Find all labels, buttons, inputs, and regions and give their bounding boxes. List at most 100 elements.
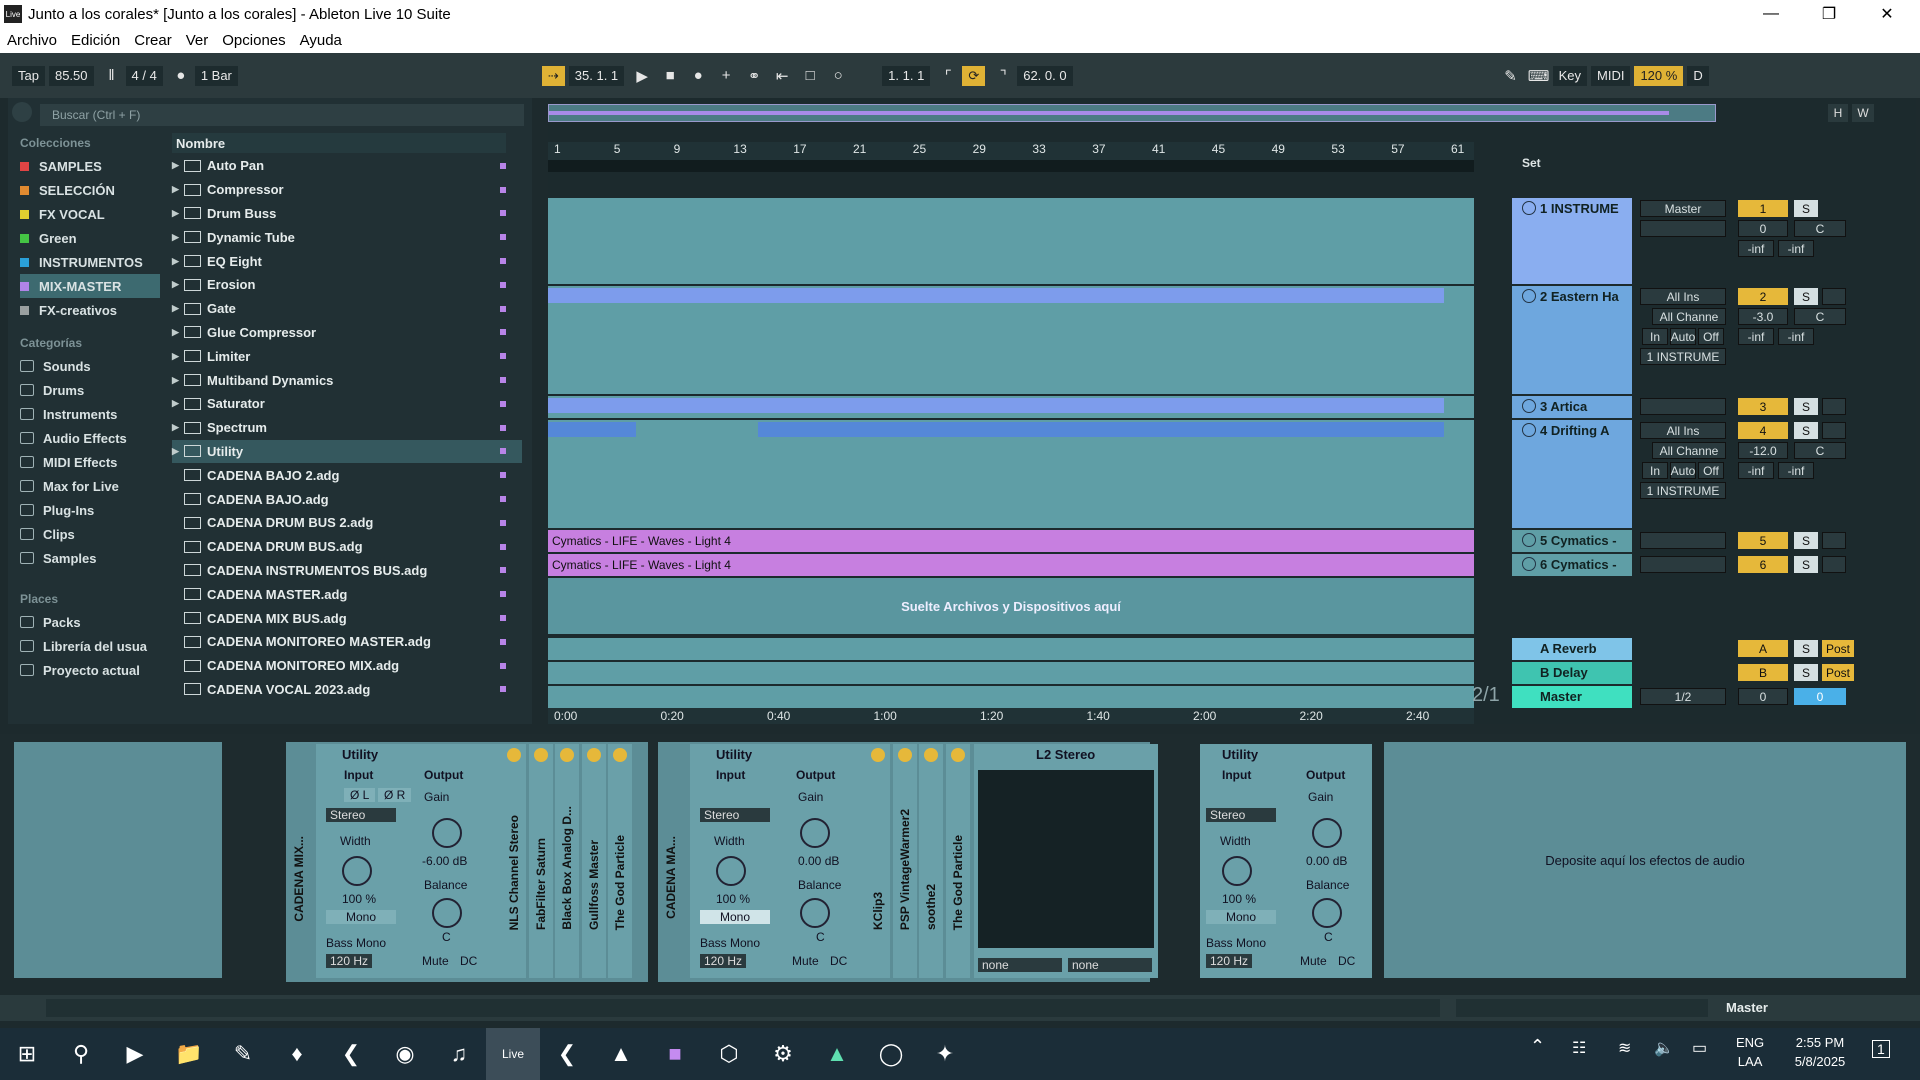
bass-freq[interactable]: 120 Hz	[326, 954, 373, 968]
battery-icon[interactable]: ▭	[1692, 1038, 1707, 1058]
return-track-header[interactable]: A Reverb	[1512, 638, 1632, 660]
arrangement-overview[interactable]	[548, 104, 1716, 122]
browser-item[interactable]: ▶ Spectrum	[172, 416, 522, 440]
overdub-icon[interactable]: +	[715, 65, 737, 87]
post-button[interactable]: Post	[1822, 640, 1854, 657]
master-track-header[interactable]: Master	[1512, 686, 1632, 708]
chain-name-2[interactable]: CADENA MA...	[664, 836, 678, 919]
device-on-icon[interactable]	[897, 748, 912, 762]
master-volume[interactable]: 0	[1738, 688, 1788, 705]
mute-button[interactable]: Mute	[422, 954, 449, 968]
solo-button[interactable]: S	[1794, 200, 1818, 217]
track-fold-icon[interactable]	[1522, 557, 1536, 571]
nudge-icon[interactable]: ‖	[101, 65, 123, 87]
browser-item[interactable]: ▶ Utility	[172, 439, 522, 464]
collection-item[interactable]: SAMPLES	[20, 154, 160, 178]
expand-icon[interactable]: ▶	[172, 184, 184, 195]
pan-field[interactable]: C	[1794, 442, 1846, 459]
bass-freq[interactable]: 120 Hz	[1206, 954, 1253, 968]
midi-map-button[interactable]: MIDI	[1591, 65, 1631, 86]
notes-app-icon[interactable]: ✎	[216, 1028, 270, 1080]
collection-item[interactable]: INSTRUMENTOS	[20, 250, 160, 274]
browser-item[interactable]: CADENA MASTER.adg	[172, 582, 522, 606]
browser-item[interactable]: ▶ Drum Buss	[172, 202, 522, 226]
monitor-auto[interactable]: Auto	[1670, 328, 1696, 345]
app-a-icon[interactable]: ▲	[810, 1028, 864, 1080]
grid-fraction[interactable]: 2/1	[1472, 684, 1500, 707]
mono-button[interactable]: Mono	[326, 910, 396, 924]
windows-start-icon[interactable]: ⊞	[0, 1028, 54, 1080]
expand-icon[interactable]: ▶	[172, 279, 184, 290]
return-track-header[interactable]: B Delay	[1512, 662, 1632, 684]
h-button[interactable]: H	[1828, 104, 1848, 122]
plugin-device[interactable]: NLS Channel Stereo	[502, 744, 526, 978]
category-item[interactable]: Sounds	[20, 354, 160, 378]
language-indicator[interactable]: ENG LAA	[1736, 1035, 1764, 1069]
device-on-icon[interactable]	[613, 748, 627, 762]
search-input[interactable]: Buscar (Ctrl + F)	[40, 104, 524, 126]
category-item[interactable]: Clips	[20, 522, 160, 546]
monitor-auto[interactable]: Auto	[1670, 462, 1696, 479]
expand-icon[interactable]: ▶	[172, 422, 184, 433]
stop-icon[interactable]: ■	[659, 65, 681, 87]
play-icon[interactable]: ▶	[631, 65, 653, 87]
solo-button[interactable]: S	[1794, 556, 1818, 573]
menu-opciones[interactable]: Opciones	[215, 32, 292, 49]
computer-keyboard-icon[interactable]: ⌨	[1528, 65, 1550, 87]
expand-icon[interactable]: ▶	[172, 232, 184, 243]
vscode-icon[interactable]: ❮	[324, 1028, 378, 1080]
loop-length[interactable]: 62. 0. 0	[1017, 65, 1073, 86]
time-ruler[interactable]: 0:00 0:20 0:40 1:00 1:20 1:40 2:00 2:20 2:40	[548, 708, 1474, 724]
time-signature[interactable]: 4 / 4	[125, 65, 163, 86]
punch-out-icon[interactable]: ⌝	[992, 65, 1014, 87]
solo-button[interactable]: S	[1794, 422, 1818, 439]
pan-field[interactable]: C	[1794, 308, 1846, 325]
browser-item[interactable]: ▶ EQ Eight	[172, 249, 522, 273]
name-column-header[interactable]: Nombre	[172, 133, 506, 153]
clock[interactable]: 2:55 PM 5/8/2025	[1780, 1035, 1860, 1069]
drop-zone[interactable]: Suelte Archivos y Dispositivos aquí	[548, 578, 1474, 634]
browser-item[interactable]: ▶ Auto Pan	[172, 154, 522, 178]
arm-button[interactable]	[1822, 556, 1846, 573]
expand-icon[interactable]: ▶	[172, 160, 184, 171]
browser-item[interactable]: CADENA DRUM BUS 2.adg	[172, 511, 522, 535]
category-item[interactable]: Plug-Ins	[20, 498, 160, 522]
notification-button[interactable]: 1	[1872, 1040, 1890, 1058]
stereo-select[interactable]: Stereo	[1206, 808, 1276, 822]
width-knob[interactable]	[342, 856, 372, 886]
track-header[interactable]: 4 Drifting A	[1512, 420, 1632, 528]
collection-item[interactable]: MIX-MASTER	[20, 274, 160, 298]
media-app-icon[interactable]: ▶	[108, 1028, 162, 1080]
plugin-device[interactable]: PSP VintageWarmer2	[892, 744, 917, 978]
category-item[interactable]: Audio Effects	[20, 426, 160, 450]
monitor-in[interactable]: In	[1642, 328, 1668, 345]
return-activator[interactable]: B	[1738, 664, 1788, 681]
automation-arm-icon[interactable]: ⚭	[743, 65, 765, 87]
master-output-select[interactable]: 1/2	[1640, 688, 1726, 705]
stereo-select[interactable]: Stereo	[700, 808, 770, 822]
file-explorer-icon[interactable]: 📁	[162, 1028, 216, 1080]
premiere-icon[interactable]: ■	[648, 1028, 702, 1080]
pdf-app-icon[interactable]: ♦	[270, 1028, 324, 1080]
capcut-icon[interactable]: ❮	[540, 1028, 594, 1080]
unity-icon[interactable]: ⬡	[702, 1028, 756, 1080]
network-icon[interactable]: ☷	[1572, 1038, 1586, 1058]
plugin-window[interactable]	[978, 770, 1154, 948]
track-header[interactable]: 5 Cymatics -	[1512, 530, 1632, 552]
menu-ayuda[interactable]: Ayuda	[293, 32, 349, 49]
track-header[interactable]: 3 Artica	[1512, 396, 1632, 418]
browser-item[interactable]: ▶ Glue Compressor	[172, 321, 522, 345]
collection-item[interactable]: FX-creativos	[20, 298, 160, 322]
close-button[interactable]: ✕	[1858, 0, 1916, 28]
plugin-device[interactable]: The God Particle	[608, 744, 632, 978]
audio-clip-5[interactable]: Cymatics - LIFE - Waves - Light 4	[548, 530, 1474, 552]
device-on-icon[interactable]	[507, 748, 521, 762]
solo-button[interactable]: S	[1794, 664, 1818, 681]
solo-button[interactable]: S	[1794, 288, 1818, 305]
solo-button[interactable]: S	[1794, 532, 1818, 549]
collection-item[interactable]: FX VOCAL	[20, 202, 160, 226]
tray-chevron-icon[interactable]: ⌃	[1530, 1036, 1545, 1057]
record-icon[interactable]: ●	[687, 65, 709, 87]
input-channel-select[interactable]: All Channe	[1652, 308, 1726, 325]
wifi-icon[interactable]: ≋	[1618, 1038, 1631, 1058]
